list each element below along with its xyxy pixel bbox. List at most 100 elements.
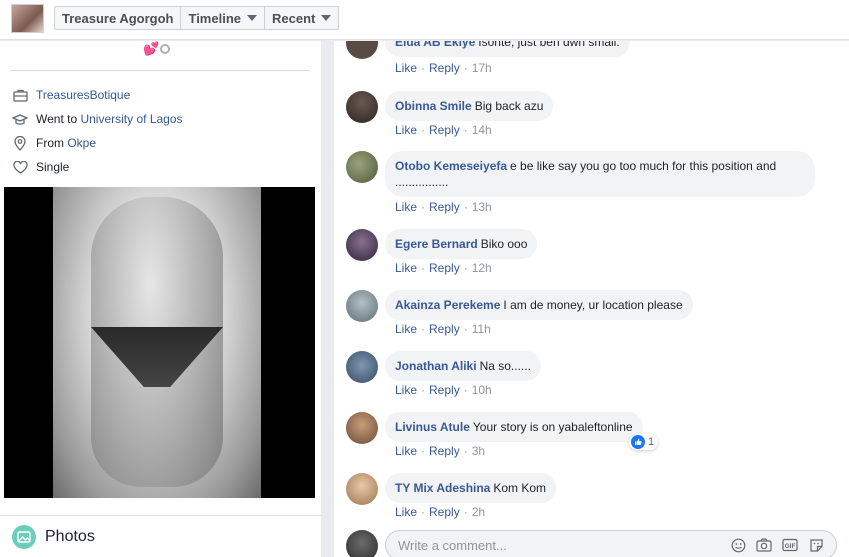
comment-bubble: Livinus Atule Your story is on yabalefton… <box>385 412 643 442</box>
comment-text: Isonte, just ben dwn small. <box>478 41 620 49</box>
like-link[interactable]: Like <box>395 200 417 214</box>
divider <box>10 70 310 71</box>
bio-emoji: 💕 <box>143 41 171 57</box>
commenter-name[interactable]: Egere Bernard <box>395 237 478 251</box>
like-link[interactable]: Like <box>395 61 417 75</box>
graduation-cap-icon <box>12 111 28 127</box>
commenter-name[interactable]: Obinna Smile <box>395 99 472 113</box>
like-link[interactable]: Like <box>395 383 417 397</box>
reply-link[interactable]: Reply <box>429 200 460 214</box>
comment-bubble: Obinna Smile Big back azu <box>385 91 554 121</box>
avatar[interactable] <box>346 91 378 123</box>
reply-link[interactable]: Reply <box>429 383 460 397</box>
photos-section-header[interactable]: Photos <box>0 515 321 557</box>
avatar[interactable] <box>346 151 378 183</box>
comment-bubble: Eida AB Ekiye Isonte, just ben dwn small. <box>385 41 630 57</box>
comment-time[interactable]: 3h <box>472 444 485 458</box>
gif-icon[interactable]: GIF <box>782 537 798 553</box>
heart-icon <box>12 159 28 175</box>
comment-actions: Like · Reply · 17h <box>395 61 492 75</box>
hearts-emoji: 💕 <box>143 41 160 56</box>
education-link[interactable]: University of Lagos <box>80 112 182 126</box>
comment-text: Biko ooo <box>480 237 528 251</box>
profile-name-button[interactable]: Treasure Agorgoh <box>55 7 182 29</box>
comment-text: I am de money, ur location please <box>503 298 683 312</box>
comment-actions: Like · Reply · 3h <box>395 444 486 458</box>
comment-time[interactable]: 11h <box>472 322 491 336</box>
comment-time[interactable]: 2h <box>472 505 485 519</box>
comment-time[interactable]: 10h <box>472 383 492 397</box>
thumbs-up-icon <box>631 435 645 449</box>
camera-icon[interactable] <box>756 537 772 553</box>
comment-bubble: TY Mix Adeshina Kom Kom <box>385 473 557 503</box>
intro-hometown: From Okpe <box>12 135 96 151</box>
location-pin-icon <box>12 135 28 151</box>
relationship-status: Single <box>36 160 70 174</box>
comment-actions: Like · Reply · 13h <box>395 200 492 214</box>
comment-bubble: Egere Bernard Biko ooo <box>385 229 538 259</box>
featured-photo[interactable] <box>4 187 315 498</box>
work-link[interactable]: TreasuresBotique <box>36 88 130 102</box>
reply-link[interactable]: Reply <box>429 61 460 75</box>
commenter-name[interactable]: Livinus Atule <box>395 420 470 434</box>
like-link[interactable]: Like <box>395 322 417 336</box>
comment-actions: Like · Reply · 12h <box>395 261 492 275</box>
hometown-prefix: From <box>36 136 68 150</box>
avatar[interactable] <box>346 412 378 444</box>
comment-time[interactable]: 13h <box>472 200 492 214</box>
intro-education: Went to University of Lagos <box>12 111 183 127</box>
timeline-dropdown[interactable]: Timeline <box>181 7 265 29</box>
avatar[interactable] <box>346 229 378 261</box>
chevron-down-icon <box>321 15 332 21</box>
profile-name: Treasure Agorgoh <box>62 10 174 26</box>
commenter-name[interactable]: Jonathan Aliki <box>395 359 477 373</box>
reply-link[interactable]: Reply <box>429 505 460 519</box>
svg-text:GIF: GIF <box>785 543 796 550</box>
commenter-name[interactable]: Eida AB Ekiye <box>395 41 475 49</box>
comment-text: Your story is on yabaleftonline <box>472 420 633 434</box>
avatar[interactable] <box>346 41 378 59</box>
comment-text: Big back azu <box>474 99 544 113</box>
comment-time[interactable]: 14h <box>472 123 492 137</box>
reply-link[interactable]: Reply <box>429 322 460 336</box>
current-user-avatar <box>346 530 378 557</box>
reply-link[interactable]: Reply <box>429 444 460 458</box>
comment-time[interactable]: 17h <box>472 61 492 75</box>
like-link[interactable]: Like <box>395 261 417 275</box>
photos-label: Photos <box>45 527 95 545</box>
recent-dropdown[interactable]: Recent <box>265 7 338 29</box>
commenter-name[interactable]: Akainza Perekeme <box>395 298 500 312</box>
comment-composer: Write a comment... GIF <box>346 530 846 557</box>
avatar[interactable] <box>346 473 378 505</box>
ring-icon <box>160 44 171 54</box>
reaction-count[interactable]: 1 <box>629 434 659 450</box>
chevron-down-icon <box>247 15 257 21</box>
comment-actions: Like · Reply · 10h <box>395 383 492 397</box>
avatar[interactable] <box>346 351 378 383</box>
avatar[interactable] <box>346 290 378 322</box>
reply-link[interactable]: Reply <box>429 261 460 275</box>
profile-picture-thumb[interactable] <box>11 4 44 33</box>
intro-work: TreasuresBotique <box>12 87 130 103</box>
commenter-name[interactable]: Otobo Kemeseiyefa <box>395 159 507 173</box>
education-prefix: Went to <box>36 112 81 126</box>
comment-time[interactable]: 12h <box>472 261 492 275</box>
comment-placeholder: Write a comment... <box>398 538 507 553</box>
like-link[interactable]: Like <box>395 505 417 519</box>
emoji-icon[interactable] <box>730 537 746 553</box>
sticker-icon[interactable] <box>808 537 824 553</box>
hometown-link[interactable]: Okpe <box>67 136 96 150</box>
intro-relationship: Single <box>12 159 69 175</box>
comment-actions: Like · Reply · 11h <box>395 322 491 336</box>
comment-text: Kom Kom <box>493 481 547 495</box>
like-link[interactable]: Like <box>395 444 417 458</box>
intro-column: 💕 TreasuresBotique Went to University of… <box>0 41 321 557</box>
comment-actions: Like · Reply · 14h <box>395 123 492 137</box>
commenter-name[interactable]: TY Mix Adeshina <box>395 481 490 495</box>
timeline-nav: Treasure Agorgoh Timeline Recent <box>54 6 340 30</box>
composer-icons: GIF <box>730 537 824 553</box>
comment-input[interactable]: Write a comment... GIF <box>385 530 837 557</box>
timeline-header: Treasure Agorgoh Timeline Recent <box>0 0 849 40</box>
like-link[interactable]: Like <box>395 123 417 137</box>
reply-link[interactable]: Reply <box>429 123 460 137</box>
